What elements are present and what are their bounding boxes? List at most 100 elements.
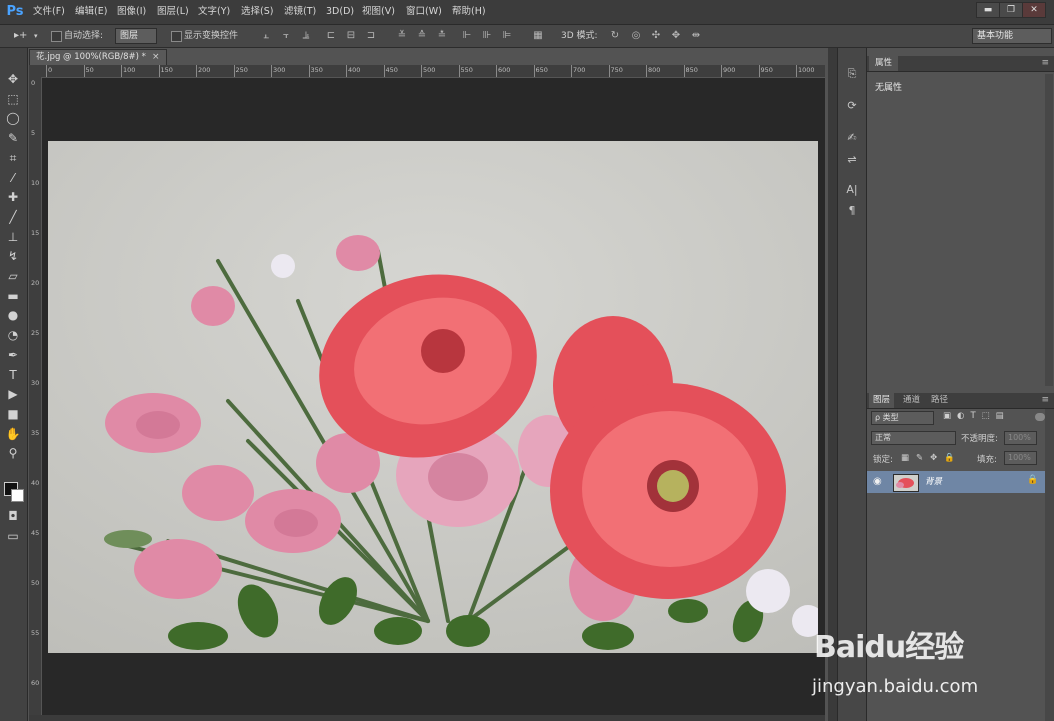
tab-paths[interactable]: 路径: [927, 393, 952, 408]
menu-layer[interactable]: 图层(L): [157, 0, 189, 24]
properties-scrollbar[interactable]: [1045, 74, 1053, 386]
document-tab[interactable]: 花.jpg @ 100%(RGB/8#) * ×: [29, 49, 167, 65]
ruler-v-label: 15: [31, 229, 40, 237]
quick-mask-icon[interactable]: ◘: [3, 507, 23, 525]
align-right-icon[interactable]: ⊐: [365, 30, 377, 41]
healing-tool-icon[interactable]: ✚: [3, 188, 23, 206]
3d-scale-icon[interactable]: ⇹: [690, 30, 702, 41]
watermark-logo: Baidu经验: [814, 630, 964, 665]
vertical-ruler[interactable]: 0 5 10 15 20 25 30 35 40 45 50 55 60: [29, 77, 42, 717]
layer-filter-dropdown[interactable]: ρ 类型: [871, 411, 934, 425]
panel-menu-icon[interactable]: ≡: [1041, 56, 1049, 71]
hand-tool-icon[interactable]: ✋: [3, 425, 23, 443]
brush-preset-icon[interactable]: ✍: [844, 130, 860, 146]
menu-image[interactable]: 图像(I): [117, 0, 146, 24]
eraser-tool-icon[interactable]: ▱: [3, 267, 23, 285]
ruler-h-label: 650: [535, 66, 548, 74]
stamp-tool-icon[interactable]: ⊥: [3, 228, 23, 246]
shape-tool-icon[interactable]: ■: [3, 405, 23, 423]
minimize-button[interactable]: ▬: [976, 2, 1000, 18]
distribute-left-icon[interactable]: ⊩: [461, 30, 473, 41]
ruler-h-tick: [346, 65, 347, 77]
crop-tool-icon[interactable]: ⌗: [3, 149, 23, 167]
document-image[interactable]: [48, 141, 818, 653]
auto-select-dropdown[interactable]: 图层: [115, 28, 157, 44]
ruler-h-label: 450: [385, 66, 398, 74]
menu-3d[interactable]: 3D(D): [326, 0, 354, 24]
distribute-top-icon[interactable]: ≚: [396, 30, 408, 41]
distribute-right-icon[interactable]: ⊫: [501, 30, 513, 41]
blend-mode-dropdown[interactable]: 正常: [871, 431, 956, 445]
3d-drag-icon[interactable]: ✣: [650, 30, 662, 41]
align-top-icon[interactable]: ⫠: [260, 30, 272, 41]
menu-select[interactable]: 选择(S): [241, 0, 273, 24]
fill-label: 填充:: [977, 455, 997, 465]
tab-layers[interactable]: 图层: [869, 393, 895, 408]
align-left-icon[interactable]: ⊏: [325, 30, 337, 41]
lasso-tool-icon[interactable]: ◯: [3, 109, 23, 127]
tab-properties[interactable]: 属性: [869, 56, 899, 71]
menu-help[interactable]: 帮助(H): [452, 0, 486, 24]
tab-close-icon[interactable]: ×: [152, 50, 162, 65]
align-hcenter-icon[interactable]: ⊟: [345, 30, 357, 41]
path-select-tool-icon[interactable]: ▶: [3, 385, 23, 403]
blur-tool-icon[interactable]: ●: [3, 306, 23, 324]
pen-tool-icon[interactable]: ✒: [3, 346, 23, 364]
tab-channels[interactable]: 通道: [899, 393, 924, 408]
move-tool-preset-icon[interactable]: ▸+: [14, 25, 27, 47]
distribute-hcenter-icon[interactable]: ⊪: [481, 30, 493, 41]
character-icon[interactable]: A|: [844, 182, 860, 198]
menu-type[interactable]: 文字(Y): [198, 0, 230, 24]
paragraph-icon[interactable]: ¶: [844, 203, 860, 219]
ruler-v-label: 50: [31, 579, 40, 587]
layers-scrollbar[interactable]: [1045, 409, 1054, 721]
history-icon[interactable]: ⎘: [844, 66, 860, 82]
dodge-tool-icon[interactable]: ◔: [3, 326, 23, 344]
align-bottom-icon[interactable]: ⫡: [300, 30, 312, 41]
opacity-input[interactable]: 100%: [1004, 431, 1037, 445]
menu-window[interactable]: 窗口(W): [406, 0, 442, 24]
gradient-tool-icon[interactable]: ▬: [3, 287, 23, 305]
preset-dropdown-icon[interactable]: ▾: [34, 25, 38, 47]
ruler-v-label: 30: [31, 379, 40, 387]
auto-select-checkbox[interactable]: [51, 31, 62, 42]
3d-slide-icon[interactable]: ✥: [670, 30, 682, 41]
menu-file[interactable]: 文件(F): [33, 0, 65, 24]
quick-select-tool-icon[interactable]: ✎: [3, 129, 23, 147]
eyedropper-tool-icon[interactable]: ⁄: [3, 169, 23, 187]
fill-input[interactable]: 100%: [1004, 451, 1037, 465]
actions-icon[interactable]: ⟳: [844, 98, 860, 114]
type-tool-icon[interactable]: T: [3, 366, 23, 384]
zoom-tool-icon[interactable]: ⚲: [3, 444, 23, 462]
3d-roll-icon[interactable]: ◎: [630, 30, 642, 41]
visibility-eye-icon[interactable]: ◉: [873, 475, 882, 489]
auto-align-icon[interactable]: ▦: [532, 30, 544, 41]
menu-filter[interactable]: 滤镜(T): [284, 0, 316, 24]
menu-edit[interactable]: 编辑(E): [75, 0, 107, 24]
workspace-dropdown[interactable]: 基本功能: [972, 28, 1052, 44]
screen-mode-icon[interactable]: ▭: [3, 527, 23, 545]
adjust-icon[interactable]: ⇌: [844, 152, 860, 168]
horizontal-ruler[interactable]: 0 50 100 150 200 250 300 350 400 450 500 550 600 650 7…: [29, 65, 825, 78]
distribute-bottom-icon[interactable]: ≛: [436, 30, 448, 41]
layers-menu-icon[interactable]: ≡: [1041, 393, 1049, 408]
filter-toggle[interactable]: [1035, 413, 1045, 421]
3d-rotate-icon[interactable]: ↻: [609, 30, 621, 41]
layer-filter-icons[interactable]: ▣◐T⬚▤: [943, 411, 1010, 421]
layer-name[interactable]: 背景: [925, 471, 942, 493]
ruler-v-label: 40: [31, 479, 40, 487]
show-transform-checkbox[interactable]: [171, 31, 182, 42]
close-button[interactable]: ✕: [1022, 2, 1046, 18]
ruler-v-label: 55: [31, 629, 40, 637]
menu-view[interactable]: 视图(V): [362, 0, 395, 24]
background-color-swatch[interactable]: [11, 489, 24, 502]
move-tool-icon[interactable]: ✥: [3, 70, 23, 88]
marquee-tool-icon[interactable]: ⬚: [3, 90, 23, 108]
align-vcenter-icon[interactable]: ⫟: [280, 30, 292, 41]
history-brush-tool-icon[interactable]: ↯: [3, 247, 23, 265]
restore-button[interactable]: ❐: [999, 2, 1023, 18]
distribute-vcenter-icon[interactable]: ≙: [416, 30, 428, 41]
brush-tool-icon[interactable]: ╱: [3, 208, 23, 226]
lock-options-icons[interactable]: ▦✎✥🔒: [901, 453, 962, 463]
layer-row-background[interactable]: ◉ 背景 🔒: [867, 471, 1045, 493]
